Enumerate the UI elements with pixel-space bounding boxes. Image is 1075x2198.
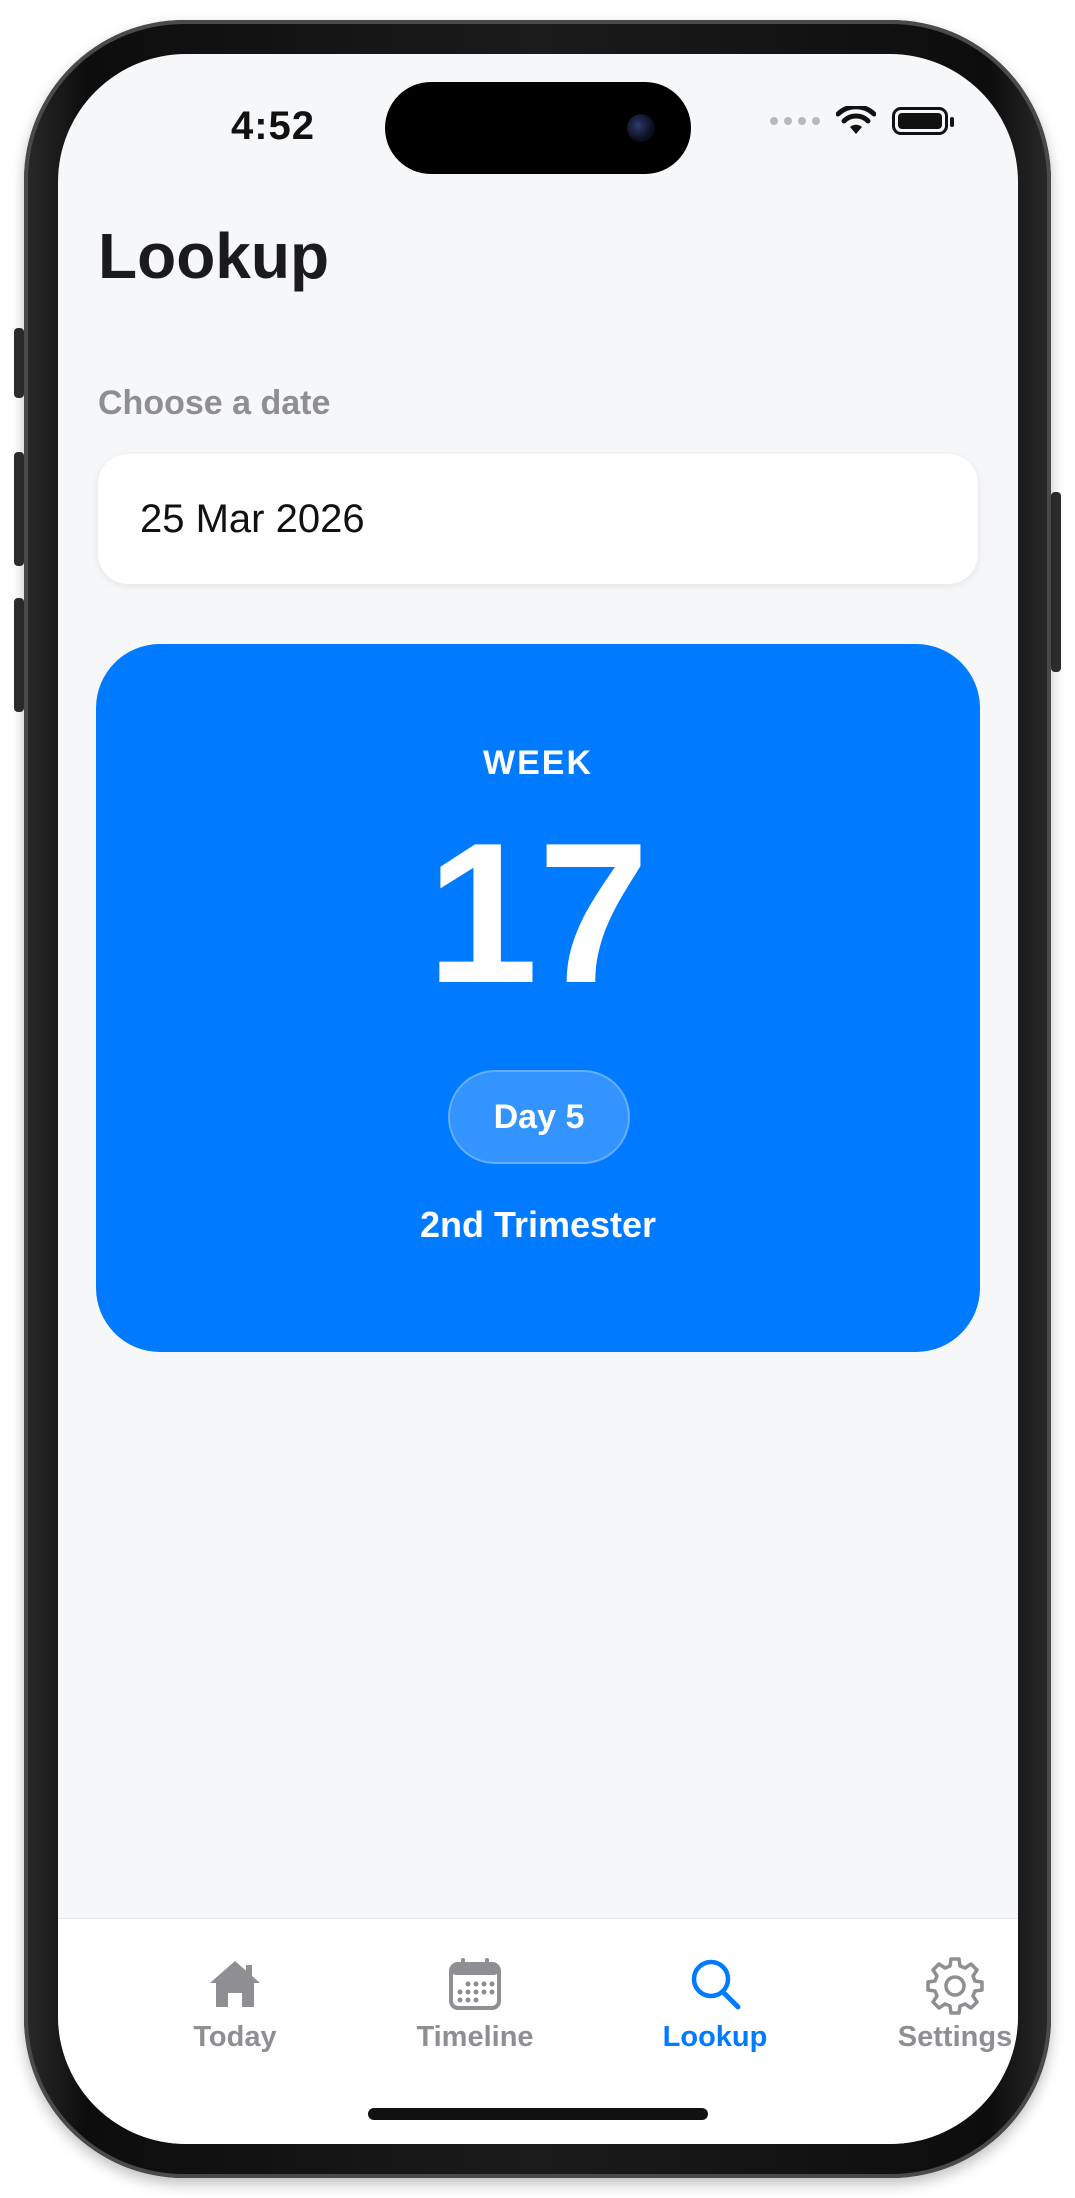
week-result-card: WEEK 17 Day 5 2nd Trimester — [96, 644, 980, 1352]
day-badge-label: Day 5 — [493, 1097, 585, 1136]
tab-lookup-label: Lookup — [662, 2021, 768, 2053]
power-button — [1051, 492, 1061, 672]
search-icon — [691, 1959, 741, 2010]
volume-up-button — [14, 452, 24, 566]
dynamic-island — [385, 82, 691, 174]
signal-dots-icon — [770, 117, 820, 125]
battery-icon — [892, 107, 954, 135]
day-badge: Day 5 — [448, 1070, 630, 1164]
action-button — [14, 328, 24, 398]
date-picker-value: 25 Mar 2026 — [140, 496, 365, 541]
status-icons — [770, 106, 954, 136]
tab-settings[interactable]: Settings — [855, 1953, 1018, 2054]
home-icon — [210, 1961, 260, 2007]
week-number: 17 — [426, 802, 650, 1025]
tab-timeline[interactable]: Timeline — [375, 1953, 575, 2054]
device-stage: 4:52 Lookup Choose a date 25 Mar 2026 WE… — [0, 0, 1075, 2198]
page-title: Lookup — [98, 220, 330, 292]
wifi-icon — [836, 106, 876, 134]
tab-settings-label: Settings — [897, 2021, 1013, 2053]
app-screen: 4:52 Lookup Choose a date 25 Mar 2026 WE… — [58, 54, 1018, 2144]
tab-today[interactable]: Today — [135, 1953, 335, 2054]
tab-bar: Today Timeline Lookup Settings — [58, 1918, 1018, 2144]
gear-icon — [926, 1957, 984, 2015]
tab-lookup[interactable]: Lookup — [615, 1953, 815, 2054]
week-label: WEEK — [483, 744, 593, 782]
tab-today-label: Today — [193, 2021, 277, 2053]
date-picker-label: Choose a date — [98, 384, 331, 422]
front-camera-icon — [627, 114, 655, 142]
status-time: 4:52 — [230, 104, 316, 148]
calendar-icon — [449, 1958, 501, 2010]
date-picker-field[interactable]: 25 Mar 2026 — [98, 454, 978, 584]
volume-down-button — [14, 598, 24, 712]
home-indicator[interactable] — [368, 2108, 708, 2120]
trimester-label: 2nd Trimester — [419, 1204, 657, 1245]
tab-timeline-label: Timeline — [416, 2021, 534, 2053]
